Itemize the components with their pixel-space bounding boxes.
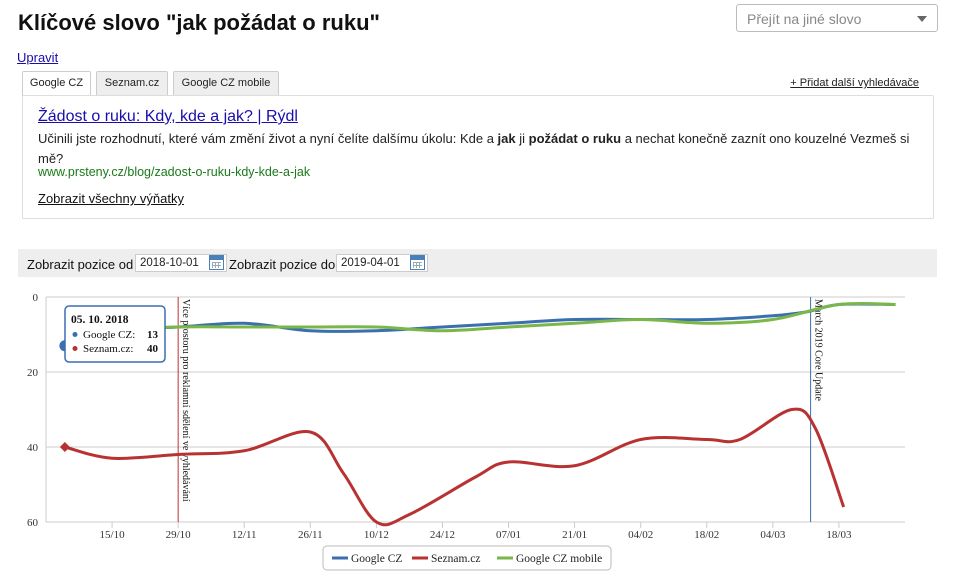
x-tick-label: 04/02 (628, 529, 653, 541)
y-tick-label: 40 (27, 442, 39, 454)
add-engine-link[interactable]: + Přidat další vyhledávače (790, 77, 919, 89)
annotation-label: March 2019 Core Update (813, 299, 824, 401)
legend-label: Google CZ (351, 553, 402, 565)
x-tick-label: 26/11 (298, 529, 323, 541)
tab-google-cz-mobile[interactable]: Google CZ mobile (173, 71, 279, 95)
position-chart-svg: 0 20 40 60 15/10 29/10 12/11 26/11 10/12 24/12 07/… (27, 292, 905, 571)
calendar-icon[interactable] (209, 255, 224, 270)
snippet-part: Učinili jste rozhodnutí, které vám změní… (38, 131, 498, 146)
chevron-down-icon (917, 16, 927, 22)
tooltip-bullet (72, 332, 78, 337)
page-title: Klíčové slovo "jak požádat o ruku" (18, 10, 380, 35)
tooltip-bullet (72, 346, 78, 351)
x-tick-label: 29/10 (166, 529, 192, 541)
calendar-icon[interactable] (410, 255, 425, 270)
position-chart: 0 20 40 60 15/10 29/10 12/11 26/11 10/12 24/12 07/… (0, 284, 955, 584)
y-tick-label: 60 (27, 517, 39, 529)
y-tick-label: 20 (27, 367, 39, 379)
x-tick-label: 18/03 (826, 529, 852, 541)
goto-keyword-placeholder: Přejít na jiné slovo (747, 11, 862, 27)
x-tick-label: 24/12 (430, 529, 455, 541)
x-tick-label: 07/01 (496, 529, 521, 541)
snippet-part-bold: jak (497, 131, 516, 146)
x-tick-label: 12/11 (232, 529, 257, 541)
goto-keyword-select[interactable]: Přejít na jiné slovo (736, 4, 938, 32)
tooltip-series-name: Seznam.cz: (83, 343, 133, 355)
y-tick-label: 0 (33, 292, 39, 304)
result-url: www.prsteny.cz/blog/zadost-o-ruku-kdy-kd… (38, 165, 311, 179)
search-result-card: Žádost o ruku: Kdy, kde a jak? | Rýdl Uč… (22, 95, 934, 219)
tooltip-series-value: 13 (147, 329, 159, 341)
range-from-label: Zobrazit pozice od (27, 257, 134, 272)
tab-google-cz[interactable]: Google CZ (22, 71, 91, 96)
result-title-link[interactable]: Žádost o ruku: Kdy, kde a jak? | Rýdl (38, 108, 298, 126)
edit-link[interactable]: Upravit (17, 50, 58, 65)
x-tick-label: 04/03 (760, 529, 786, 541)
date-range-bar: Zobrazit pozice od Zobrazit pozice do (18, 249, 937, 277)
result-snippet: Učinili jste rozhodnutí, které vám změní… (38, 129, 918, 169)
tooltip-series-value: 40 (147, 343, 159, 355)
show-all-snippets-link[interactable]: Zobrazit všechny výňatky (38, 191, 184, 206)
x-tick-label: 18/02 (694, 529, 719, 541)
legend-label: Seznam.cz (431, 553, 481, 565)
snippet-part: ji (515, 131, 529, 146)
tab-seznam[interactable]: Seznam.cz (96, 71, 168, 95)
tooltip-date: 05. 10. 2018 (71, 314, 129, 326)
x-tick-label: 10/12 (364, 529, 389, 541)
hover-marker-seznam (59, 442, 70, 452)
annotation-label: Více prostoru pro reklamní sdělení ve vy… (180, 299, 191, 502)
snippet-part-bold: požádat o ruku (528, 131, 622, 146)
x-tick-label: 21/01 (562, 529, 587, 541)
legend-label: Google CZ mobile (516, 553, 602, 565)
tooltip-series-name: Google CZ: (83, 329, 135, 341)
x-tick-label: 15/10 (100, 529, 126, 541)
range-to-label: Zobrazit pozice do (229, 257, 336, 272)
